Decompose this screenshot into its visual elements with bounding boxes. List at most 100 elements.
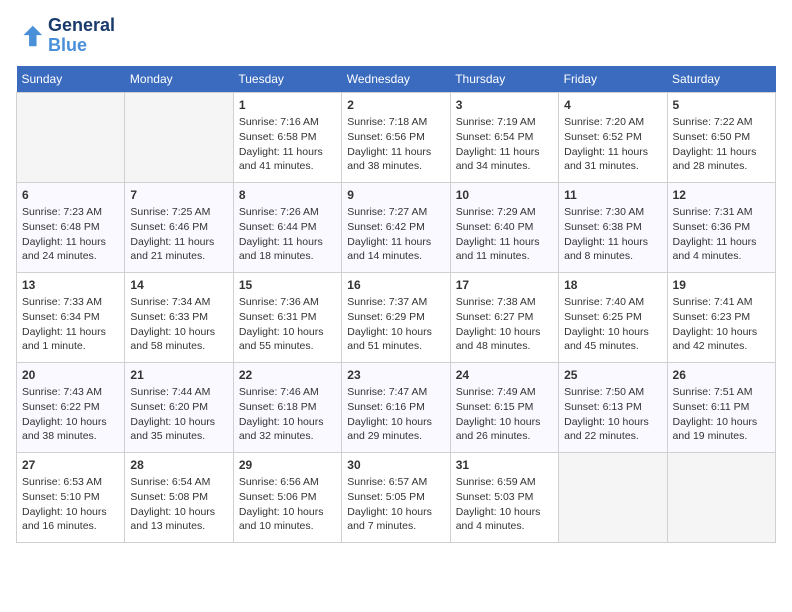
week-row-2: 6 Sunrise: 7:23 AM Sunset: 6:48 PM Dayli… [17, 182, 776, 272]
weekday-header-saturday: Saturday [667, 66, 775, 93]
sunrise: Sunrise: 7:25 AM [130, 206, 210, 218]
calendar-cell: 25 Sunrise: 7:50 AM Sunset: 6:13 PM Dayl… [559, 362, 667, 452]
sunrise: Sunrise: 7:31 AM [673, 206, 753, 218]
daylight: Daylight: 10 hours and 48 minutes. [456, 326, 541, 353]
sunset: Sunset: 6:29 PM [347, 311, 425, 323]
calendar-cell: 31 Sunrise: 6:59 AM Sunset: 5:03 PM Dayl… [450, 452, 558, 542]
sunset: Sunset: 5:06 PM [239, 491, 317, 503]
calendar-cell [125, 92, 233, 182]
daylight: Daylight: 11 hours and 38 minutes. [347, 146, 431, 173]
daylight: Daylight: 10 hours and 42 minutes. [673, 326, 758, 353]
calendar-cell: 27 Sunrise: 6:53 AM Sunset: 5:10 PM Dayl… [17, 452, 125, 542]
weekday-header-monday: Monday [125, 66, 233, 93]
calendar-cell: 28 Sunrise: 6:54 AM Sunset: 5:08 PM Dayl… [125, 452, 233, 542]
day-number: 21 [130, 367, 227, 384]
daylight: Daylight: 10 hours and 13 minutes. [130, 506, 215, 533]
sunset: Sunset: 6:16 PM [347, 401, 425, 413]
sunrise: Sunrise: 7:18 AM [347, 116, 427, 128]
day-number: 31 [456, 457, 553, 474]
sunset: Sunset: 6:34 PM [22, 311, 100, 323]
sunrise: Sunrise: 7:40 AM [564, 296, 644, 308]
sunrise: Sunrise: 7:36 AM [239, 296, 319, 308]
daylight: Daylight: 10 hours and 16 minutes. [22, 506, 107, 533]
weekday-header-wednesday: Wednesday [342, 66, 450, 93]
calendar-cell: 10 Sunrise: 7:29 AM Sunset: 6:40 PM Dayl… [450, 182, 558, 272]
daylight: Daylight: 11 hours and 34 minutes. [456, 146, 540, 173]
daylight: Daylight: 10 hours and 58 minutes. [130, 326, 215, 353]
sunset: Sunset: 6:36 PM [673, 221, 751, 233]
calendar-cell: 30 Sunrise: 6:57 AM Sunset: 5:05 PM Dayl… [342, 452, 450, 542]
day-number: 30 [347, 457, 444, 474]
sunset: Sunset: 6:23 PM [673, 311, 751, 323]
day-number: 7 [130, 187, 227, 204]
calendar-cell: 9 Sunrise: 7:27 AM Sunset: 6:42 PM Dayli… [342, 182, 450, 272]
calendar-cell: 29 Sunrise: 6:56 AM Sunset: 5:06 PM Dayl… [233, 452, 341, 542]
calendar-cell: 17 Sunrise: 7:38 AM Sunset: 6:27 PM Dayl… [450, 272, 558, 362]
calendar-cell: 24 Sunrise: 7:49 AM Sunset: 6:15 PM Dayl… [450, 362, 558, 452]
sunrise: Sunrise: 7:29 AM [456, 206, 536, 218]
daylight: Daylight: 10 hours and 32 minutes. [239, 416, 324, 443]
sunset: Sunset: 6:40 PM [456, 221, 534, 233]
sunrise: Sunrise: 7:34 AM [130, 296, 210, 308]
daylight: Daylight: 11 hours and 31 minutes. [564, 146, 648, 173]
sunset: Sunset: 5:08 PM [130, 491, 208, 503]
daylight: Daylight: 10 hours and 10 minutes. [239, 506, 324, 533]
sunset: Sunset: 6:42 PM [347, 221, 425, 233]
day-number: 26 [673, 367, 770, 384]
sunset: Sunset: 6:25 PM [564, 311, 642, 323]
sunrise: Sunrise: 7:50 AM [564, 386, 644, 398]
daylight: Daylight: 11 hours and 28 minutes. [673, 146, 757, 173]
sunrise: Sunrise: 6:56 AM [239, 476, 319, 488]
day-number: 8 [239, 187, 336, 204]
week-row-4: 20 Sunrise: 7:43 AM Sunset: 6:22 PM Dayl… [17, 362, 776, 452]
daylight: Daylight: 10 hours and 19 minutes. [673, 416, 758, 443]
calendar-cell: 16 Sunrise: 7:37 AM Sunset: 6:29 PM Dayl… [342, 272, 450, 362]
sunrise: Sunrise: 7:20 AM [564, 116, 644, 128]
day-number: 4 [564, 97, 661, 114]
daylight: Daylight: 10 hours and 38 minutes. [22, 416, 107, 443]
sunset: Sunset: 6:50 PM [673, 131, 751, 143]
weekday-header-sunday: Sunday [17, 66, 125, 93]
sunrise: Sunrise: 7:44 AM [130, 386, 210, 398]
day-number: 25 [564, 367, 661, 384]
day-number: 20 [22, 367, 119, 384]
sunrise: Sunrise: 6:53 AM [22, 476, 102, 488]
sunset: Sunset: 5:05 PM [347, 491, 425, 503]
daylight: Daylight: 11 hours and 24 minutes. [22, 236, 106, 263]
calendar-cell: 20 Sunrise: 7:43 AM Sunset: 6:22 PM Dayl… [17, 362, 125, 452]
sunset: Sunset: 6:27 PM [456, 311, 534, 323]
sunset: Sunset: 6:48 PM [22, 221, 100, 233]
calendar-cell: 26 Sunrise: 7:51 AM Sunset: 6:11 PM Dayl… [667, 362, 775, 452]
calendar-table: SundayMondayTuesdayWednesdayThursdayFrid… [16, 66, 776, 543]
weekday-header-thursday: Thursday [450, 66, 558, 93]
sunrise: Sunrise: 7:41 AM [673, 296, 753, 308]
calendar-cell: 8 Sunrise: 7:26 AM Sunset: 6:44 PM Dayli… [233, 182, 341, 272]
day-number: 23 [347, 367, 444, 384]
day-number: 16 [347, 277, 444, 294]
day-number: 3 [456, 97, 553, 114]
sunrise: Sunrise: 7:16 AM [239, 116, 319, 128]
daylight: Daylight: 10 hours and 22 minutes. [564, 416, 649, 443]
daylight: Daylight: 11 hours and 18 minutes. [239, 236, 323, 263]
calendar-cell: 4 Sunrise: 7:20 AM Sunset: 6:52 PM Dayli… [559, 92, 667, 182]
sunset: Sunset: 6:11 PM [673, 401, 750, 413]
sunrise: Sunrise: 7:26 AM [239, 206, 319, 218]
sunrise: Sunrise: 6:59 AM [456, 476, 536, 488]
day-number: 11 [564, 187, 661, 204]
day-number: 6 [22, 187, 119, 204]
sunset: Sunset: 5:10 PM [22, 491, 100, 503]
daylight: Daylight: 10 hours and 45 minutes. [564, 326, 649, 353]
day-number: 12 [673, 187, 770, 204]
day-number: 18 [564, 277, 661, 294]
daylight: Daylight: 10 hours and 26 minutes. [456, 416, 541, 443]
sunset: Sunset: 6:22 PM [22, 401, 100, 413]
weekday-header-friday: Friday [559, 66, 667, 93]
calendar-cell: 15 Sunrise: 7:36 AM Sunset: 6:31 PM Dayl… [233, 272, 341, 362]
day-number: 1 [239, 97, 336, 114]
day-number: 15 [239, 277, 336, 294]
sunset: Sunset: 6:56 PM [347, 131, 425, 143]
logo-icon [16, 22, 44, 50]
daylight: Daylight: 11 hours and 1 minute. [22, 326, 106, 353]
calendar-cell: 23 Sunrise: 7:47 AM Sunset: 6:16 PM Dayl… [342, 362, 450, 452]
sunset: Sunset: 5:03 PM [456, 491, 534, 503]
